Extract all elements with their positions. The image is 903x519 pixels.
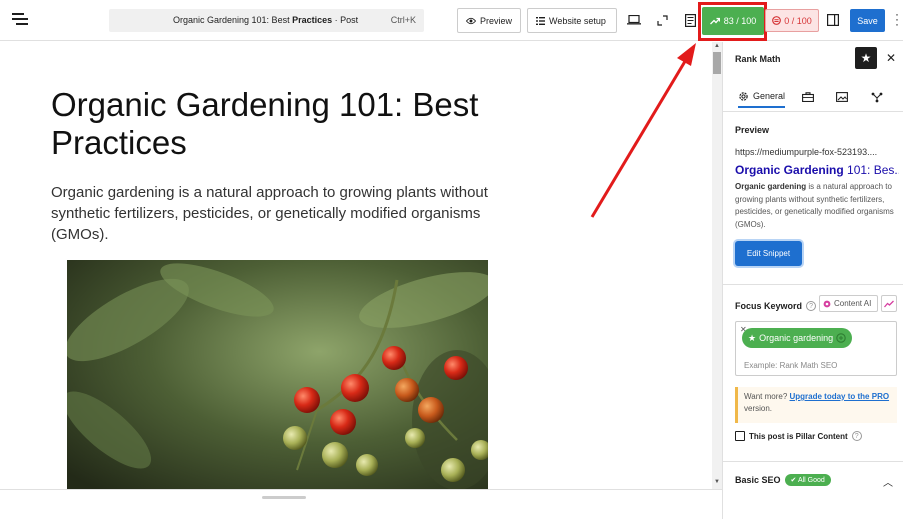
snippet-url: https://mediumpurple-fox-523193.... (735, 147, 878, 157)
help-icon[interactable]: ? (851, 431, 862, 441)
preview-heading: Preview (735, 125, 770, 135)
tab-general[interactable]: General (738, 86, 786, 108)
tab-advanced[interactable] (802, 86, 814, 108)
editor-scrollbar[interactable]: ▲ ▼ (712, 42, 722, 489)
gear-icon (739, 91, 748, 101)
website-setup-label: Website setup (549, 15, 606, 26)
scroll-down-arrow[interactable]: ▼ (714, 479, 720, 485)
device-preview-icon[interactable] (624, 10, 644, 30)
pillar-content-label: This post is Pillar Content (749, 431, 848, 441)
content-ai-button[interactable]: Content AI (819, 295, 878, 312)
readability-icon (772, 16, 782, 25)
pillar-content-option: This post is Pillar Content ? (735, 431, 862, 441)
focus-keyword-heading: Focus Keyword? (735, 301, 817, 311)
sidebar-tabs: General (723, 78, 903, 112)
eye-icon (466, 17, 476, 24)
sidebar-toggle-icon[interactable] (823, 10, 843, 30)
editor-footer (0, 489, 722, 519)
section-divider (723, 284, 903, 285)
preview-button[interactable]: Preview (457, 8, 521, 33)
document-title: Organic Gardening 101: Best Practices · … (173, 15, 359, 25)
chevron-up-icon[interactable]: ︿ (883, 474, 893, 489)
keyword-chip[interactable]: ★ Organic gardening (742, 328, 853, 348)
readability-score-value: 0 / 100 (784, 15, 812, 26)
sidebar-title: Rank Math (735, 54, 781, 64)
tomato-plant-image[interactable] (67, 260, 488, 489)
tab-schema[interactable] (871, 86, 883, 108)
focus-keyword-input[interactable]: ✕ ★ Organic gardening Example: Rank Math… (735, 321, 897, 376)
list-icon (536, 16, 545, 25)
star-icon[interactable]: ★ (855, 47, 877, 69)
primary-keyword-star-icon: ★ (748, 332, 757, 343)
post-intro-paragraph[interactable]: Organic gardening is a natural approach … (51, 182, 511, 245)
close-icon[interactable]: ✕ (886, 51, 896, 65)
briefcase-icon (802, 92, 814, 102)
trend-chart-icon (884, 300, 894, 307)
tab-general-label: General (753, 91, 786, 101)
editor-canvas: Organic Gardening 101: Best Practices Or… (0, 42, 712, 489)
section-divider (723, 461, 903, 462)
shortcut-hint: Ctrl+K (390, 15, 416, 25)
help-icon[interactable]: ? (806, 301, 817, 311)
scroll-thumb[interactable] (713, 52, 721, 74)
editor-topbar: Organic Gardening 101: Best Practices · … (0, 0, 903, 41)
document-outline-icon[interactable] (680, 10, 700, 30)
more-options-icon[interactable]: · · · (895, 8, 899, 30)
basic-seo-section-header[interactable]: Basic SEO ✔ All Good (735, 474, 831, 486)
keyword-placeholder: Example: Rank Math SEO (744, 361, 838, 370)
status-badge: ✔ All Good (784, 474, 831, 486)
fullscreen-icon[interactable] (652, 10, 672, 30)
post-title[interactable]: Organic Gardening 101: Best Practices (51, 86, 491, 162)
image-icon (836, 92, 848, 102)
command-palette-bar[interactable]: Organic Gardening 101: Best Practices · … (109, 9, 424, 32)
scroll-up-arrow[interactable]: ▲ (714, 43, 720, 49)
edit-snippet-button[interactable]: Edit Snippet (735, 241, 802, 266)
keyword-trends-button[interactable] (881, 295, 897, 312)
sidebar-header: Rank Math ★ ✕ (723, 42, 903, 74)
tab-social[interactable] (836, 86, 848, 108)
content-ai-label: Content AI (834, 299, 872, 308)
website-setup-button[interactable]: Website setup (527, 8, 617, 33)
rank-math-sidebar: Rank Math ★ ✕ General Preview https://me… (722, 42, 903, 519)
basic-seo-label: Basic SEO (735, 475, 781, 485)
content-ai-icon (823, 300, 831, 307)
snippet-title: Organic Gardening 101: Bes... (735, 163, 899, 177)
upgrade-link[interactable]: Upgrade today to the PRO (790, 392, 890, 401)
keyword-action-icon[interactable] (836, 333, 846, 343)
resize-handle[interactable] (262, 496, 306, 499)
menu-icon[interactable] (12, 13, 28, 27)
preview-label: Preview (479, 15, 512, 26)
pillar-content-checkbox[interactable] (735, 431, 745, 441)
keyword-text: Organic gardening (759, 333, 834, 343)
annotation-highlight-box (698, 2, 767, 41)
readability-score-button[interactable]: 0 / 100 (765, 9, 819, 32)
schema-icon (871, 92, 883, 102)
snippet-description: Organic gardening is a natural approach … (735, 182, 894, 229)
upgrade-notice: Want more? Upgrade today to the PRO vers… (735, 387, 897, 423)
save-button[interactable]: Save (850, 9, 885, 32)
